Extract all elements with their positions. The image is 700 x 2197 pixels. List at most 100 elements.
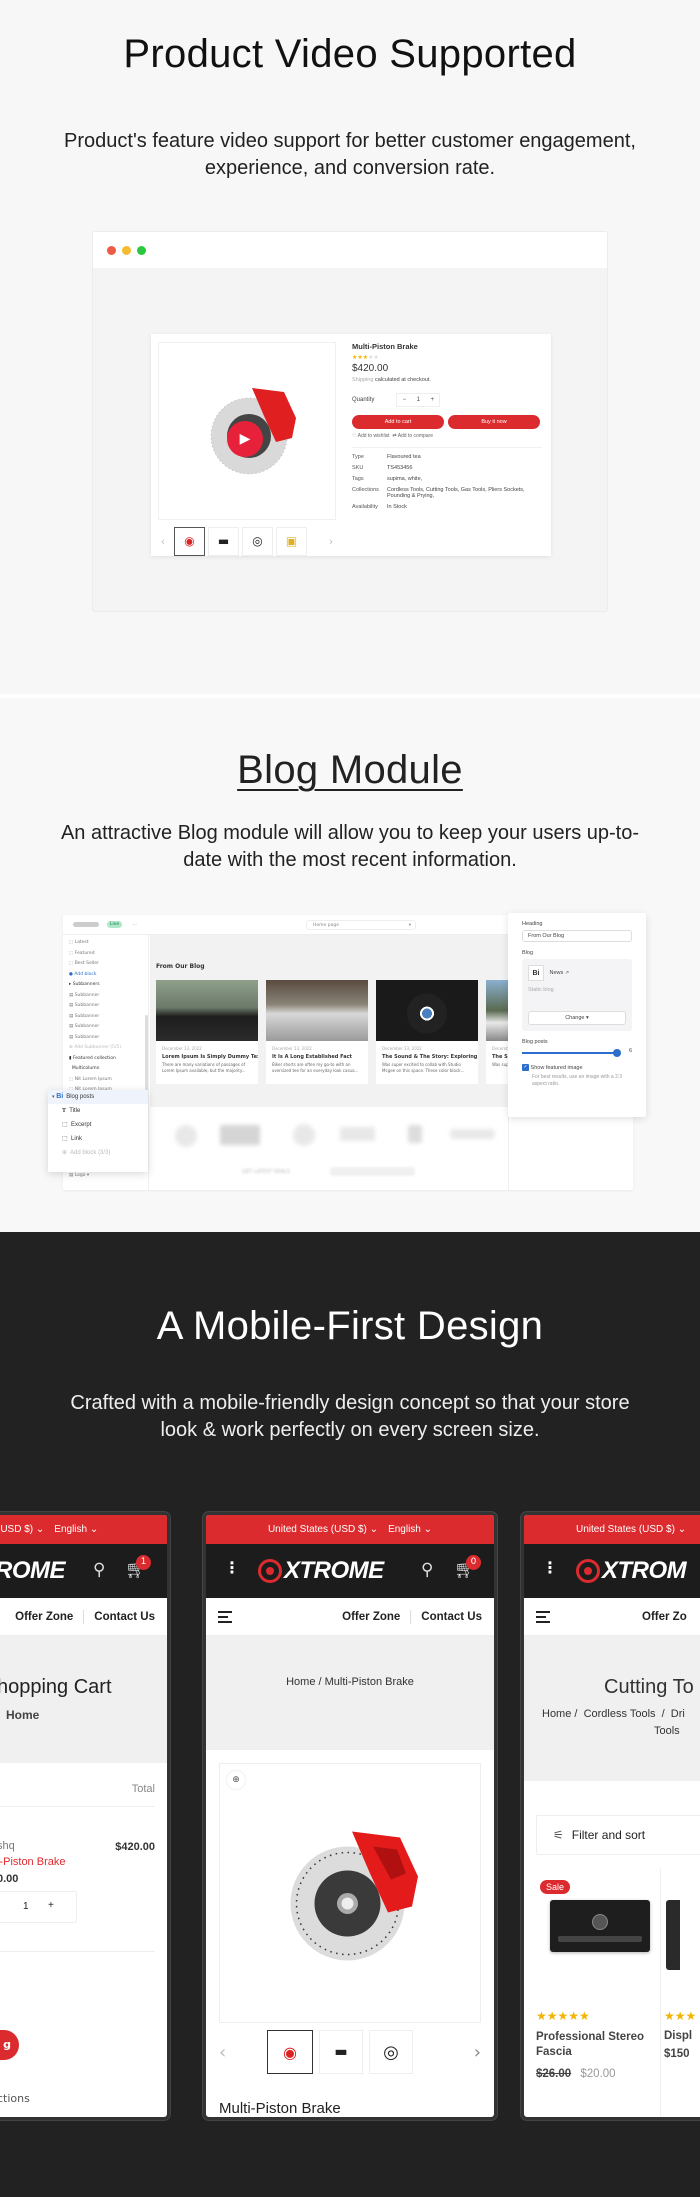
currency-selector[interactable]: United States (USD $) ⌄ xyxy=(268,1524,378,1535)
sidebar-item[interactable]: ▤ Subbanner xyxy=(69,991,148,1002)
menu-dots-icon[interactable]: ⋮ xyxy=(224,1558,240,1577)
cart-quantity-stepper[interactable]: 1 + xyxy=(0,1891,77,1923)
newsletter-input[interactable] xyxy=(330,1167,415,1176)
external-link-icon[interactable]: ↗ xyxy=(565,970,569,976)
prev-thumb-button[interactable]: ‹ xyxy=(155,535,171,548)
meta-key: Availability xyxy=(352,504,378,510)
shipping-link[interactable]: Shipping xyxy=(352,377,373,383)
search-icon[interactable]: ⚲ xyxy=(93,1560,105,1580)
buy-now-button[interactable]: Buy it now xyxy=(448,415,540,429)
breadcrumb-line2[interactable]: Tools xyxy=(654,1725,680,1737)
add-to-cart-button[interactable]: Add to cart xyxy=(352,415,444,429)
cart-qty-value[interactable]: 1 xyxy=(23,1901,29,1912)
sidebar-section[interactable]: ▮ Featured collection xyxy=(69,1054,148,1065)
thumbnail-tire[interactable]: ◎ xyxy=(242,526,273,556)
product-main-image[interactable]: ⊕ xyxy=(219,1763,481,2023)
play-video-button[interactable]: ▶ xyxy=(227,421,263,457)
zoom-icon[interactable]: ⊕ xyxy=(227,1771,245,1789)
sidebar-add-block[interactable]: ⊕ Add Subbanner (5/5) xyxy=(69,1043,148,1054)
filter-sort-button[interactable]: ⚟ Filter and sort xyxy=(536,1815,700,1855)
block-item-excerpt[interactable]: ⬚ Excerpt xyxy=(48,1118,148,1132)
sidebar-section[interactable]: Multicolumn xyxy=(69,1064,148,1075)
page-select-value: Home page xyxy=(313,923,339,928)
brand-logo-blurred xyxy=(293,1124,315,1146)
quantity-stepper[interactable]: − 1 + xyxy=(396,393,441,407)
sidebar-item[interactable]: ▤ Subbanner xyxy=(69,1022,148,1033)
sidebar-item[interactable]: ▤ Subbanner xyxy=(69,1001,148,1012)
sidebar-item[interactable]: ⬚ Nit Lorem Ipsum xyxy=(69,1075,148,1086)
currency-selector[interactable]: United States (USD $) ⌄ xyxy=(576,1524,686,1535)
meta-key: Tags xyxy=(352,476,364,482)
page-select[interactable]: Home page ▾ xyxy=(306,920,416,930)
logo-wheel-icon xyxy=(258,1559,282,1583)
blog-card[interactable]: December 13, 2022 The Sound & The Story:… xyxy=(376,980,478,1084)
nav-contact-us[interactable]: Contact Us xyxy=(94,1611,155,1623)
slider-handle[interactable] xyxy=(613,1049,621,1057)
sidebar-item[interactable]: ▤ Subbanner xyxy=(69,1033,148,1044)
sidebar-section[interactable]: ▸ Subbanners xyxy=(69,980,148,991)
blog-posts-slider[interactable]: 6 xyxy=(522,1048,632,1058)
qty-value[interactable]: 1 xyxy=(417,397,420,403)
breadcrumb-home[interactable]: Home / xyxy=(286,1676,321,1688)
nav-offer-zone[interactable]: Offer Zo xyxy=(642,1611,687,1623)
sidebar-item[interactable]: ▤ Subbanner xyxy=(69,1012,148,1023)
show-featured-image-checkbox[interactable]: ✓ xyxy=(522,1064,529,1071)
nav-contact-us[interactable]: Contact Us xyxy=(421,1611,482,1623)
hamburger-menu-icon[interactable] xyxy=(218,1608,232,1626)
product-name[interactable]: Professional Stereo Fascia xyxy=(536,2030,656,2060)
next-thumb-button[interactable]: › xyxy=(474,2042,481,2063)
sidebar-item[interactable]: ⬚ Best Seller xyxy=(69,959,148,970)
breadcrumb[interactable]: Home / Cordless Tools / Dri xyxy=(542,1708,685,1720)
footer-collections-link[interactable]: ctions xyxy=(0,2092,30,2105)
product-media[interactable]: ▶ xyxy=(158,342,336,520)
prev-thumb-button[interactable]: ‹ xyxy=(219,2042,239,2063)
qty-plus-button[interactable]: + xyxy=(431,397,435,403)
search-icon[interactable]: ⚲ xyxy=(421,1560,433,1580)
next-thumb-button[interactable]: › xyxy=(323,535,339,548)
cart-qty-plus[interactable]: + xyxy=(48,1900,54,1911)
sidebar-item[interactable]: ⬚ Latest xyxy=(69,938,148,949)
hamburger-menu-icon[interactable] xyxy=(536,1608,550,1626)
thumbnail-brake[interactable]: ◉ xyxy=(174,526,205,556)
block-menu-header[interactable]: ▾ Bi Blog posts xyxy=(48,1090,148,1104)
phone-header: ROME ⚲ 🛒︎ 1 xyxy=(0,1544,167,1598)
checkout-button[interactable]: g xyxy=(0,2030,19,2060)
sidebar-item[interactable]: ⬚ Featured xyxy=(69,949,148,960)
language-selector[interactable]: English ⌄ xyxy=(54,1524,98,1535)
block-item-link[interactable]: ⬚ Link xyxy=(48,1132,148,1146)
add-to-compare-link[interactable]: Add to compare xyxy=(398,433,433,439)
product-card[interactable]: ★★★ Displ $150 xyxy=(664,1868,700,2117)
qty-minus-button[interactable]: − xyxy=(403,397,407,403)
brand-logo[interactable]: XTROME xyxy=(258,1557,384,1585)
more-button[interactable]: ··· xyxy=(132,922,137,928)
blog-title: Lorem Ipsum Is Simply Dummy Text xyxy=(162,1054,258,1060)
language-selector[interactable]: English ⌄ xyxy=(388,1524,432,1535)
product-card[interactable]: Sale ★★★★★ Professional Stereo Fascia $2… xyxy=(536,1868,661,2117)
phone-header: ⋮ XTROM xyxy=(524,1544,700,1598)
brand-logo[interactable]: XTROM xyxy=(576,1557,687,1585)
meta-value: TS453456 xyxy=(387,465,413,471)
nav-offer-zone[interactable]: Offer Zone xyxy=(342,1611,400,1623)
nav-offer-zone[interactable]: Offer Zone xyxy=(15,1611,73,1623)
sidebar-item[interactable]: ▤ Logo ▾ xyxy=(69,1171,89,1182)
currency-selector[interactable]: (USD $) ⌄ xyxy=(0,1524,44,1535)
block-item-title[interactable]: T Title xyxy=(48,1104,148,1118)
product-name[interactable]: Displ xyxy=(664,2030,692,2042)
cart-item-name[interactable]: i-Piston Brake xyxy=(0,1856,65,1868)
brand-logo[interactable]: ROME xyxy=(0,1557,66,1585)
breadcrumb-home[interactable]: Home xyxy=(6,1708,39,1722)
thumbnail-tire[interactable]: ◎ xyxy=(369,2030,413,2074)
sidebar-add-block[interactable]: ● Add block xyxy=(69,970,148,981)
add-to-wishlist-link[interactable]: Add to wishlist xyxy=(358,433,390,439)
thumbnail-engine-parts[interactable]: ▣ xyxy=(276,526,307,556)
thumbnail-headlight[interactable]: ▬ xyxy=(208,526,239,556)
blog-card[interactable]: December 13, 2022 It Is A Long Establish… xyxy=(266,980,368,1084)
change-blog-button[interactable]: Change ▾ xyxy=(528,1011,626,1025)
thumbnail-brake[interactable]: ◉ xyxy=(267,2030,313,2074)
menu-dots-icon[interactable]: ⋮ xyxy=(542,1558,558,1577)
add-circle-icon: ⊕ xyxy=(62,1150,68,1156)
thumbnail-headlight[interactable]: ▬ xyxy=(319,2030,363,2074)
blog-type: Static blog xyxy=(528,987,554,993)
heading-input[interactable]: From Our Blog xyxy=(522,930,632,942)
blog-card[interactable]: December 13, 2022 Lorem Ipsum Is Simply … xyxy=(156,980,258,1084)
